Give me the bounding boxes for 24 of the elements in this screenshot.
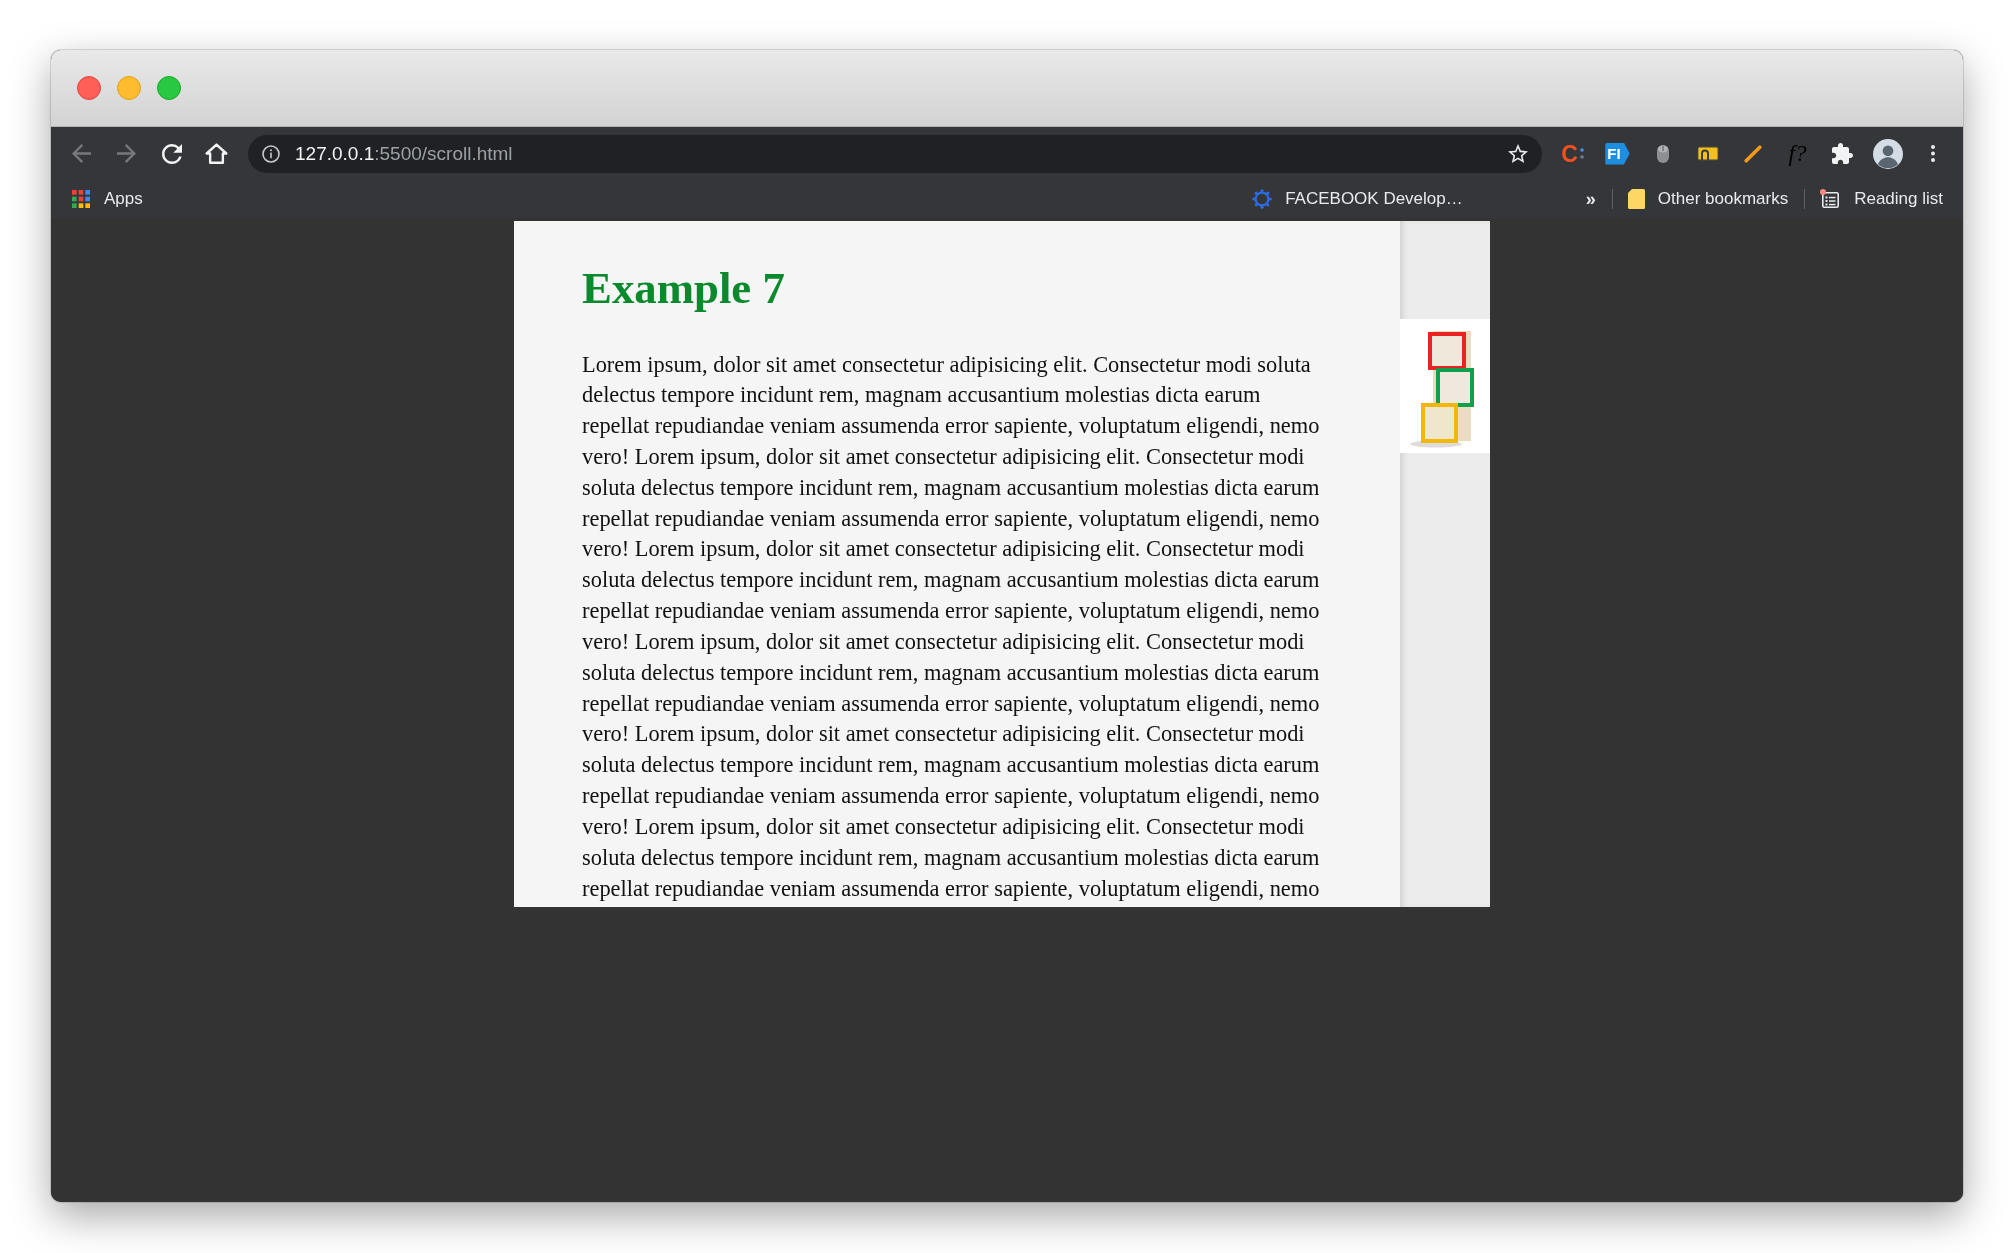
dots-icon	[1579, 148, 1584, 159]
folder-icon	[1627, 189, 1645, 209]
bookmark-folder-button[interactable]: Other bookmarks	[1627, 189, 1789, 209]
more-bookmarks-button[interactable]: »	[1585, 188, 1596, 210]
avatar-icon[interactable]	[1872, 138, 1903, 169]
body-paragraph: Lorem ipsum, dolor sit amet consectetur adipisicing elit. Consectetur modi soluta delectus tempore incidunt rem, magnam accusantium molestias dicta earum repellat repudiandae veniam assumenda error sapiente, voluptatum eligendi, nemo vero! Lorem ipsum, dolor sit amet consectetur adipisicing elit. Consectetur modi soluta delectus tempore incidunt rem, magnam accusantium molestias dicta earum repellat repudiandae veniam assumenda error sapiente, voluptatum eligendi, nemo vero! Lorem ipsum, dolor sit amet consectetur adipisicing elit. Consectetur modi soluta delectus tempore incidunt rem, magnam accusantium molestias dicta earum repellat repudiandae veniam assumenda error sapiente, voluptatum eligendi, nemo vero! Lorem ipsum, dolor sit amet consectetur adipisicing elit. Consectetur modi soluta delectus tempore incidunt rem, magnam accusantium molestias dicta earum repellat repudiandae veniam assumenda error sapiente, voluptatum eligendi, nemo vero! Lorem ipsum, dolor sit amet consectetur adipisicing elit. Consectetur modi soluta delectus tempore incidunt rem, magnam accusantium molestias dicta earum repellat repudiandae veniam assumenda error sapiente, voluptatum eligendi, nemo vero! Lorem ipsum, dolor sit amet consectetur adipisicing elit. Consectetur modi soluta delectus tempore incidunt rem, magnam accusantium molestias dicta earum repellat repudiandae veniam assumenda error sapiente, voluptatum eligendi, nemo	[582, 350, 1321, 903]
reload-icon[interactable]	[161, 143, 182, 164]
pencil-icon[interactable]	[1743, 144, 1762, 163]
close-button[interactable]	[77, 76, 101, 100]
tile-icon[interactable]	[1696, 146, 1719, 161]
reading-list-button[interactable]: Reading list	[1820, 188, 1943, 210]
mouse-icon[interactable]	[1656, 144, 1669, 163]
info-icon[interactable]	[262, 144, 280, 163]
home-icon[interactable]	[205, 143, 228, 164]
puzzle-icon[interactable]	[1832, 143, 1853, 164]
menu-icon[interactable]	[1930, 145, 1935, 162]
page-heading: Example 7	[582, 262, 785, 314]
bookmark-button[interactable]: FACEBOOK Develop…	[1252, 189, 1463, 209]
apps-button[interactable]: Apps	[72, 189, 143, 209]
url-text: 127.0.0.1:5500/scroll.html	[295, 142, 514, 165]
grid-icon	[72, 190, 90, 208]
address-bar[interactable]: 127.0.0.1:5500/scroll.html	[248, 134, 1542, 173]
star-icon[interactable]	[1508, 144, 1528, 163]
gear-icon	[1252, 189, 1273, 209]
